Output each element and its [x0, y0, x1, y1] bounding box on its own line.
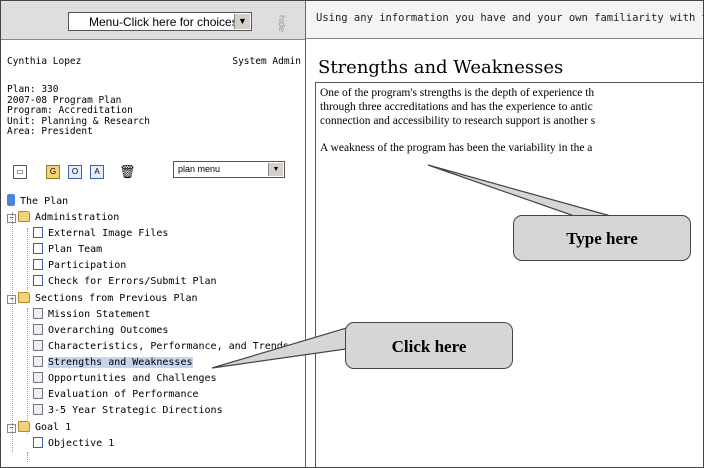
tree-item-mission-statement[interactable]: Mission Statement: [33, 307, 150, 323]
trash-icon[interactable]: 🗑: [119, 165, 136, 179]
collapse-icon[interactable]: −: [7, 424, 16, 433]
text-editor[interactable]: One of the program's strengths is the de…: [315, 82, 703, 467]
page-icon: [33, 437, 43, 448]
editor-line: connection and accessibility to research…: [320, 115, 596, 127]
editor-line: through three accreditations and has the…: [320, 101, 593, 113]
document-icon: [33, 356, 43, 367]
plan-root-icon: [7, 194, 15, 206]
folder-icon: [18, 421, 30, 432]
tree-item-label: Evaluation of Performance: [48, 389, 199, 400]
collapse-icon[interactable]: −: [7, 295, 16, 304]
tree-item-label: Objective 1: [48, 438, 115, 449]
folder-label: Administration: [35, 212, 120, 223]
tree-guide: [12, 212, 13, 452]
type-here-callout: Type here: [513, 215, 691, 261]
click-here-callout: Click here: [345, 322, 513, 369]
tree-item-participation[interactable]: Participation: [33, 258, 126, 274]
page-icon: [33, 243, 43, 254]
hide-panel-toggle[interactable]: hide: [277, 15, 287, 32]
document-icon: [33, 340, 43, 351]
tree-folder-sections[interactable]: − Sections from Previous Plan: [7, 291, 198, 307]
tree-item-plan-team[interactable]: Plan Team: [33, 242, 102, 258]
collapse-icon[interactable]: −: [7, 214, 16, 223]
left-panel: Menu-Click here for choices ▼ hide Cynth…: [1, 1, 306, 467]
document-icon: [33, 404, 43, 415]
plan-area: Area: President: [7, 126, 93, 137]
folder-o-icon[interactable]: O: [68, 165, 82, 179]
page-icon: [33, 275, 43, 286]
tree-item-label: Check for Errors/Submit Plan: [48, 276, 217, 287]
tree-item-strengths-weaknesses[interactable]: Strengths and Weaknesses: [33, 355, 193, 371]
document-icon: [33, 308, 43, 319]
window-icon[interactable]: ▭: [13, 165, 27, 179]
plan-info: Plan: 330 2007-08 Program Plan Program: …: [7, 84, 150, 138]
tree-root-label: The Plan: [20, 196, 69, 207]
folder-label: Sections from Previous Plan: [35, 293, 198, 304]
folder-a-icon[interactable]: A: [90, 165, 104, 179]
plan-menu-select[interactable]: plan menu ▼: [173, 161, 285, 178]
main-menu-label: Menu-Click here for choices: [89, 15, 238, 29]
user-role: System Admin: [232, 56, 301, 67]
document-icon: [33, 324, 43, 335]
user-name: Cynthia Lopez: [7, 56, 82, 67]
instruction-text: Using any information you have and your …: [306, 1, 703, 39]
tree-item-label: External Image Files: [48, 228, 169, 239]
tree-guide: [27, 308, 28, 434]
editor-line: A weakness of the program has been the v…: [320, 142, 593, 154]
section-title: Strengths and Weaknesses: [318, 57, 564, 78]
tree-item-opportunities[interactable]: Opportunities and Challenges: [33, 371, 217, 387]
menu-bar: Menu-Click here for choices ▼ hide: [1, 1, 305, 40]
chevron-down-icon: ▼: [268, 163, 283, 176]
tree-item-label: Opportunities and Challenges: [48, 373, 217, 384]
document-icon: [33, 372, 43, 383]
page-icon: [33, 227, 43, 238]
editor-line: One of the program's strengths is the de…: [320, 87, 595, 99]
tree-root[interactable]: The Plan: [7, 194, 68, 210]
tree-toolbar: ▭ G O A 🗑 plan menu ▼: [7, 161, 297, 183]
main-menu-select[interactable]: Menu-Click here for choices ▼: [68, 12, 252, 31]
tree-folder-goal-1[interactable]: − Goal 1: [7, 420, 71, 436]
tree-guide: [27, 228, 28, 290]
folder-icon: [18, 292, 30, 303]
tree-item-label: Plan Team: [48, 244, 103, 255]
tree-item-overarching-outcomes[interactable]: Overarching Outcomes: [33, 323, 168, 339]
tree-item-label: Overarching Outcomes: [48, 325, 169, 336]
plan-program: Program: Accreditation: [7, 105, 133, 116]
tree-guide: [27, 452, 28, 462]
tree-item-characteristics[interactable]: Characteristics, Performance, and Trends: [33, 339, 289, 355]
tree-item-external-image-files[interactable]: External Image Files: [33, 226, 168, 242]
tree-item-label: 3-5 Year Strategic Directions: [48, 405, 223, 416]
tree-item-label-selected: Strengths and Weaknesses: [48, 357, 193, 368]
tree-item-strategic-directions[interactable]: 3-5 Year Strategic Directions: [33, 403, 223, 419]
tree-item-objective-1[interactable]: Objective 1: [33, 436, 114, 452]
plan-menu-label: plan menu: [178, 164, 221, 174]
plan-number: Plan: 330: [7, 84, 59, 95]
tree-folder-administration[interactable]: − Administration: [7, 210, 119, 226]
tree-item-label: Participation: [48, 260, 127, 271]
page-icon: [33, 259, 43, 270]
folder-g-icon[interactable]: G: [46, 165, 60, 179]
document-icon: [33, 388, 43, 399]
folder-label: Goal 1: [35, 422, 72, 433]
tree-item-label: Characteristics, Performance, and Trends: [48, 341, 289, 352]
tree-item-check-errors[interactable]: Check for Errors/Submit Plan: [33, 274, 217, 290]
tree-item-label: Mission Statement: [48, 309, 151, 320]
folder-icon: [18, 211, 30, 222]
tree-item-evaluation[interactable]: Evaluation of Performance: [33, 387, 199, 403]
chevron-down-icon: ▼: [234, 14, 250, 29]
